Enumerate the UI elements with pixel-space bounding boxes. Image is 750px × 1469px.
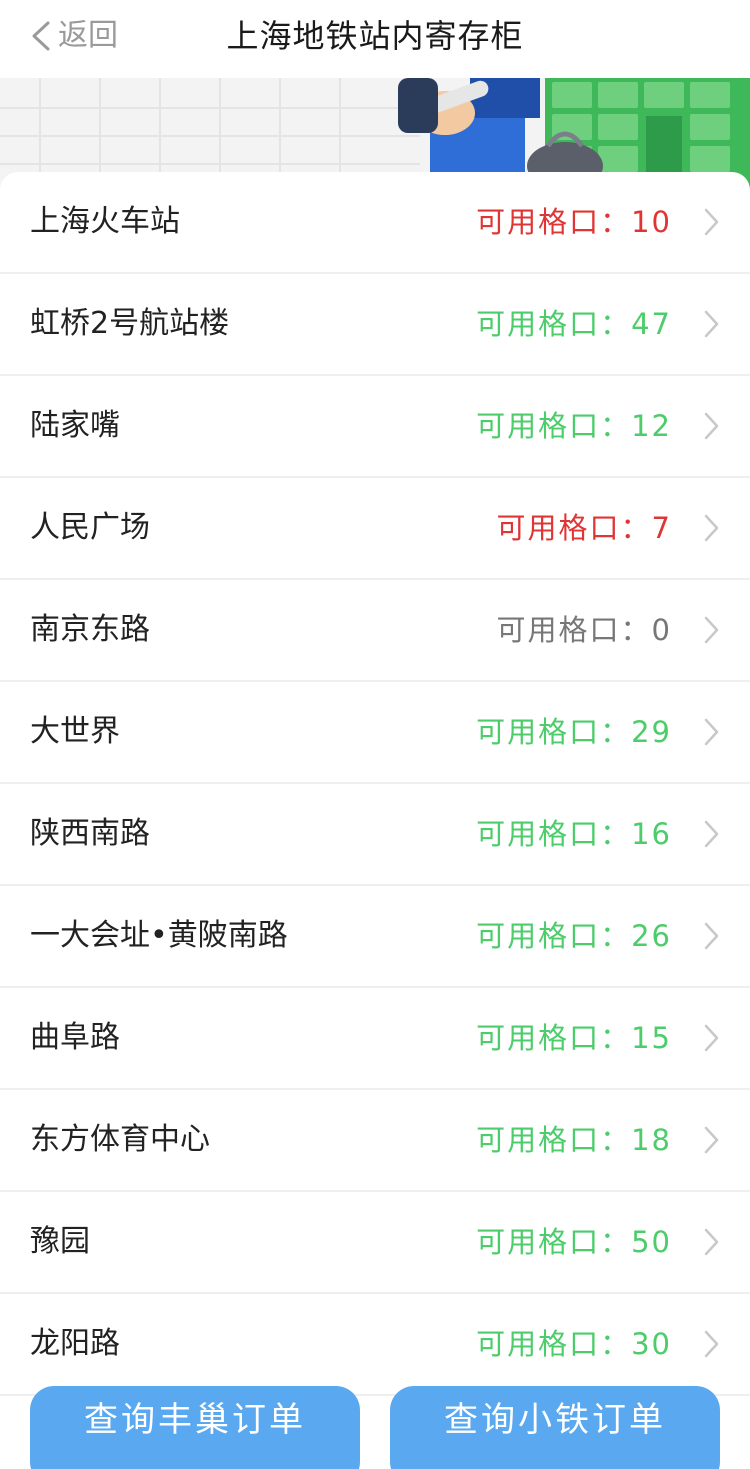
station-name: 陆家嘴 xyxy=(30,408,120,443)
available-slots: 可用格口：50 xyxy=(476,1225,672,1259)
station-name: 一大会址•黄陂南路 xyxy=(30,918,288,953)
available-slots: 可用格口：47 xyxy=(476,307,672,341)
chevron-right-icon xyxy=(704,616,719,644)
station-name: 上海火车站 xyxy=(30,204,180,239)
query-fengchao-orders-button[interactable]: 查询丰巢订单 xyxy=(30,1386,360,1469)
station-row[interactable]: 上海火车站 可用格口：10 xyxy=(0,172,750,274)
station-row[interactable]: 大世界 可用格口：29 xyxy=(0,682,750,784)
station-row[interactable]: 一大会址•黄陂南路 可用格口：26 xyxy=(0,886,750,988)
station-row[interactable]: 曲阜路 可用格口：15 xyxy=(0,988,750,1090)
page: 返回 上海地铁站内寄存柜 上海火车站 可用格口：10 虹桥2号航站楼 可用格口：… xyxy=(0,0,750,1469)
available-slots: 可用格口：15 xyxy=(476,1021,672,1055)
station-row[interactable]: 人民广场 可用格口：7 xyxy=(0,478,750,580)
station-name: 龙阳路 xyxy=(30,1326,120,1361)
station-name: 曲阜路 xyxy=(30,1020,120,1055)
query-xiaotie-orders-label: 查询小铁订单 xyxy=(444,1400,666,1440)
page-title: 上海地铁站内寄存柜 xyxy=(226,17,524,55)
station-name: 东方体育中心 xyxy=(30,1122,210,1157)
chevron-right-icon xyxy=(704,718,719,746)
available-slots: 可用格口：10 xyxy=(476,205,672,239)
station-name: 陕西南路 xyxy=(30,816,150,851)
header-bar: 返回 上海地铁站内寄存柜 xyxy=(0,0,750,78)
station-row[interactable]: 陆家嘴 可用格口：12 xyxy=(0,376,750,478)
station-name: 大世界 xyxy=(30,714,120,749)
station-name: 南京东路 xyxy=(30,612,150,647)
available-slots: 可用格口：12 xyxy=(476,409,672,443)
available-slots: 可用格口：29 xyxy=(476,715,672,749)
available-slots: 可用格口：16 xyxy=(476,817,672,851)
station-row[interactable]: 陕西南路 可用格口：16 xyxy=(0,784,750,886)
station-row[interactable]: 南京东路 可用格口：0 xyxy=(0,580,750,682)
chevron-right-icon xyxy=(704,412,719,440)
available-slots: 可用格口：18 xyxy=(476,1123,672,1157)
chevron-right-icon xyxy=(704,922,719,950)
station-row[interactable]: 虹桥2号航站楼 可用格口：47 xyxy=(0,274,750,376)
station-row[interactable]: 豫园 可用格口：50 xyxy=(0,1192,750,1294)
chevron-right-icon xyxy=(704,514,719,542)
station-row[interactable]: 东方体育中心 可用格口：18 xyxy=(0,1090,750,1192)
station-name: 豫园 xyxy=(30,1224,90,1259)
available-slots: 可用格口：0 xyxy=(496,613,672,647)
chevron-right-icon xyxy=(704,310,719,338)
chevron-right-icon xyxy=(704,1024,719,1052)
available-slots: 可用格口：7 xyxy=(496,511,672,545)
chevron-right-icon xyxy=(704,1330,719,1358)
query-xiaotie-orders-button[interactable]: 查询小铁订单 xyxy=(390,1386,720,1469)
chevron-right-icon xyxy=(704,820,719,848)
available-slots: 可用格口：30 xyxy=(476,1327,672,1361)
query-fengchao-orders-label: 查询丰巢订单 xyxy=(84,1400,306,1440)
chevron-right-icon xyxy=(704,1126,719,1154)
chevron-right-icon xyxy=(704,1228,719,1256)
station-name: 虹桥2号航站楼 xyxy=(30,306,230,341)
chevron-right-icon xyxy=(704,208,719,236)
station-list: 上海火车站 可用格口：10 虹桥2号航站楼 可用格口：47 陆家嘴 可用格口：12 人民广场… xyxy=(0,172,750,1469)
available-slots: 可用格口：26 xyxy=(476,919,672,953)
station-name: 人民广场 xyxy=(30,510,150,545)
